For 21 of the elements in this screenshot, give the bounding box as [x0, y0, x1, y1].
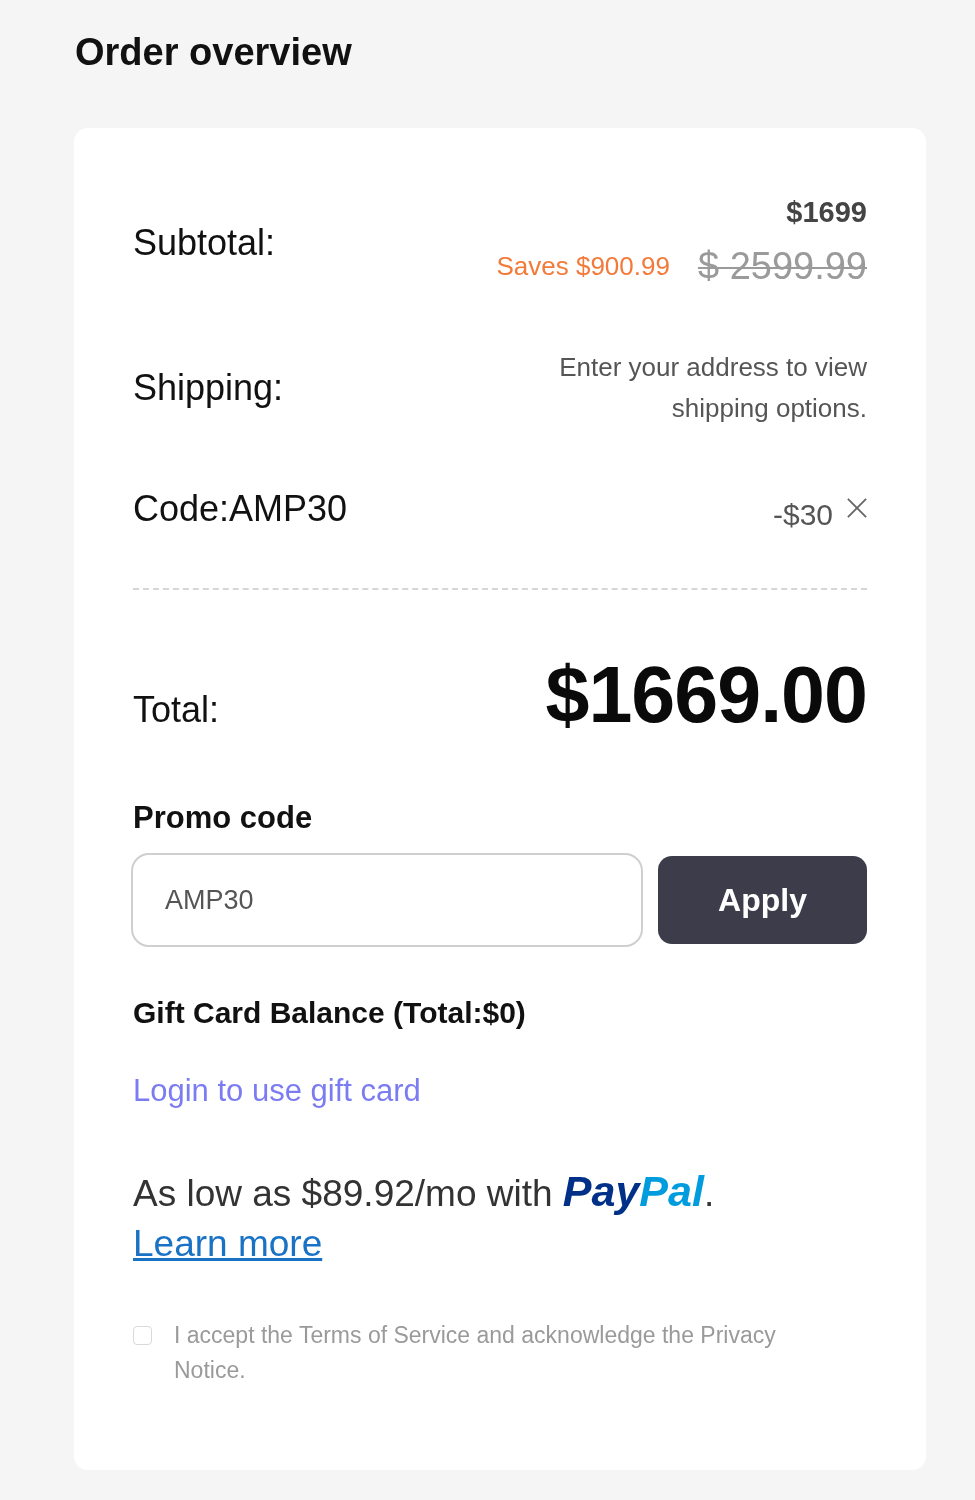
login-link[interactable]: Login to use gift card — [133, 1073, 421, 1108]
terms-checkbox[interactable] — [133, 1326, 152, 1345]
gift-card-balance: Gift Card Balance (Total:$0) — [133, 995, 527, 1031]
apply-button[interactable]: Apply — [658, 856, 867, 944]
shipping-label: Shipping: — [133, 367, 284, 409]
discount-amount: -$30 — [772, 498, 833, 532]
financing-text: As low as $89.92/mo with PayPal. — [133, 1166, 716, 1217]
subtotal-label: Subtotal: — [133, 222, 276, 264]
original-price: $ 2599.99 — [697, 244, 867, 288]
total-amount: $1669.00 — [545, 649, 867, 741]
code-label: Code:AMP30 — [133, 488, 348, 530]
promo-label: Promo code — [133, 800, 314, 836]
shipping-note: Enter your address to view shipping options. — [558, 351, 867, 425]
promo-input[interactable]: AMP30 — [131, 853, 643, 947]
learn-more-link[interactable]: Learn more — [133, 1223, 323, 1264]
total-label: Total: — [133, 689, 220, 731]
close-icon[interactable] — [847, 498, 867, 518]
subtotal-price: $1699 — [786, 195, 867, 230]
terms-text: I accept the Terms of Service and acknowledge the Privacy Notice. — [174, 1321, 777, 1385]
savings-text: Saves $900.99 — [496, 250, 670, 282]
page-title: Order overview — [75, 30, 352, 74]
